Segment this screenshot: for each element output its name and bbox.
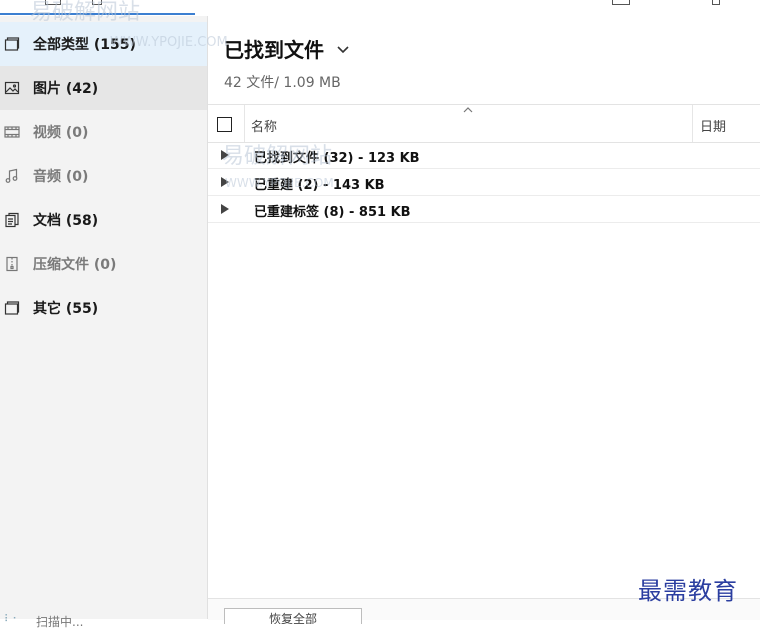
- top-strip: [0, 0, 760, 16]
- sidebar-item-label: 图片 (42): [33, 81, 99, 97]
- sidebar-item-label: 文档 (58): [33, 213, 99, 229]
- sidebar-item-archives[interactable]: 压缩文件 (0): [0, 242, 207, 286]
- scan-status: 扫描中...: [36, 615, 84, 629]
- sort-ascending-icon: [463, 107, 473, 113]
- tree-row-found-files[interactable]: 已找到文件 (32) - 123 KB: [208, 142, 760, 169]
- archive-icon: [4, 256, 20, 272]
- column-divider[interactable]: [244, 105, 245, 142]
- sidebar-item-audio[interactable]: 音频 (0): [0, 154, 207, 198]
- corner-watermark: 最需教育: [638, 577, 738, 605]
- result-summary: 42 文件/ 1.09 MB: [224, 75, 341, 91]
- toolbar-icon-1[interactable]: [45, 0, 61, 5]
- column-header-date[interactable]: 日期: [700, 116, 726, 135]
- title-row: 已找到文件: [224, 34, 350, 63]
- expand-triangle-icon[interactable]: [221, 177, 229, 187]
- sidebar-item-other[interactable]: 其它 (55): [0, 286, 207, 330]
- recover-all-button[interactable]: 恢复全部: [224, 608, 362, 624]
- sidebar-item-images[interactable]: 图片 (42): [0, 66, 207, 110]
- all-types-icon: [4, 36, 20, 52]
- table-header: 名称 日期: [208, 104, 760, 143]
- toolbar-icon-3[interactable]: [612, 0, 630, 5]
- tree-row-label: 已重建标签 (8) - 851 KB: [254, 205, 411, 220]
- chevron-down-icon[interactable]: [336, 42, 350, 56]
- tree-row-label: 已找到文件 (32) - 123 KB: [254, 151, 420, 166]
- column-header-name[interactable]: 名称: [251, 116, 277, 135]
- video-icon: [4, 124, 20, 140]
- results-panel: 已找到文件 42 文件/ 1.09 MB 名称 日期 已找到文件 (32) - …: [208, 16, 760, 624]
- page-title: 已找到文件: [224, 38, 324, 62]
- sidebar-item-label: 视频 (0): [33, 125, 89, 141]
- tree-row-rebuilt-tags[interactable]: 已重建标签 (8) - 851 KB: [208, 196, 760, 223]
- sidebar-item-label: 全部类型 (155): [33, 37, 136, 53]
- category-sidebar: 全部类型 (155) 图片 (42) 视频 (0) 音频 (0) 文档 (58)…: [0, 16, 208, 629]
- image-icon: [4, 80, 20, 96]
- select-all-checkbox[interactable]: [217, 117, 232, 132]
- expand-triangle-icon[interactable]: [221, 204, 229, 214]
- tree-row-label: 已重建 (2) - 143 KB: [254, 178, 385, 193]
- sidebar-item-video[interactable]: 视频 (0): [0, 110, 207, 154]
- document-icon: [4, 212, 20, 228]
- tree-row-rebuilt[interactable]: 已重建 (2) - 143 KB: [208, 169, 760, 196]
- other-icon: [4, 300, 20, 316]
- column-divider[interactable]: [692, 105, 693, 142]
- sidebar-item-all-types[interactable]: 全部类型 (155): [0, 22, 207, 66]
- spinner-icon: ⠇⠂: [4, 614, 21, 625]
- toolbar-icon-4[interactable]: [712, 0, 720, 5]
- active-tab-underline: [0, 13, 195, 15]
- expand-triangle-icon[interactable]: [221, 150, 229, 160]
- sidebar-item-documents[interactable]: 文档 (58): [0, 198, 207, 242]
- sidebar-item-label: 其它 (55): [33, 301, 99, 317]
- toolbar-icon-2[interactable]: [92, 0, 102, 5]
- sidebar-item-label: 压缩文件 (0): [33, 257, 117, 273]
- sidebar-item-label: 音频 (0): [33, 169, 89, 185]
- audio-icon: [4, 168, 20, 184]
